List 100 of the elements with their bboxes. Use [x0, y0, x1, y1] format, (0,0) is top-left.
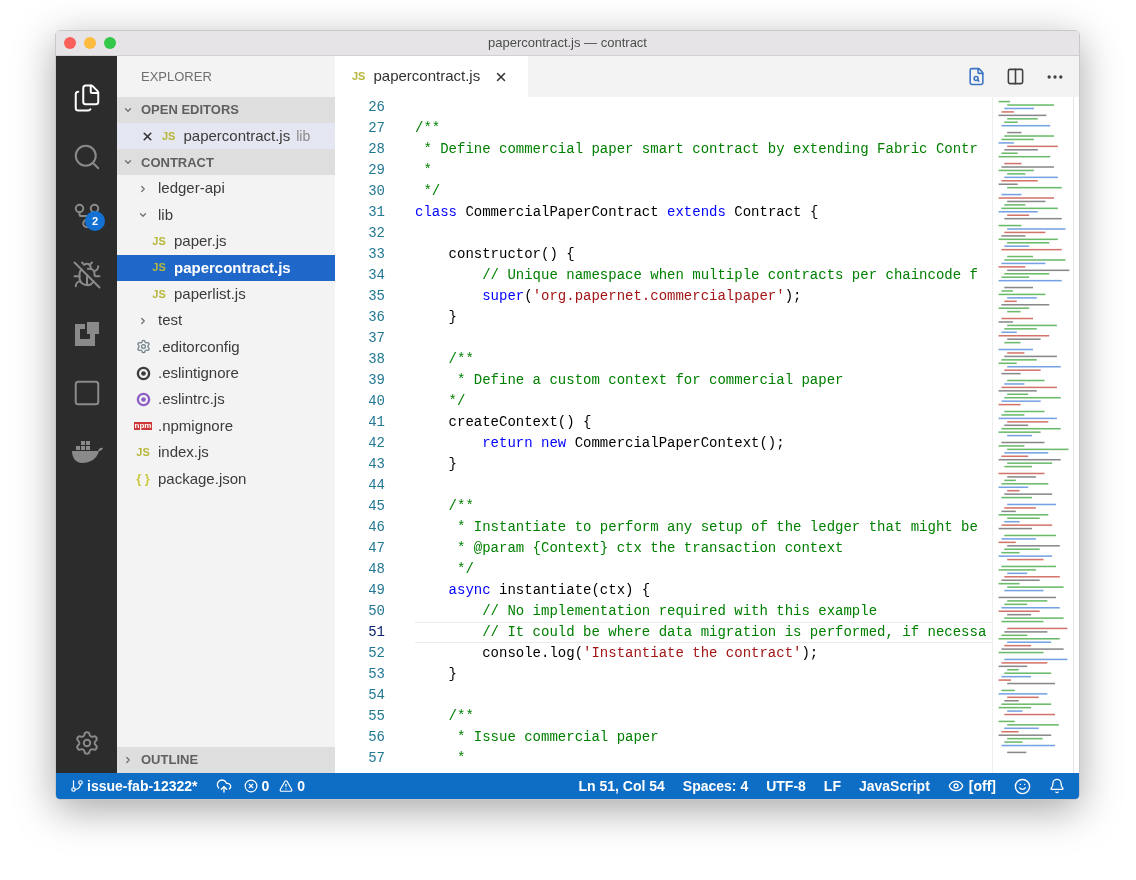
- code-line: /**: [415, 119, 442, 138]
- section-header[interactable]: OUTLINE: [117, 747, 335, 773]
- file-name: .eslintrc.js: [158, 389, 225, 410]
- line-number: 39: [367, 371, 385, 390]
- code-line: * Define a custom context for commercial paper: [456, 371, 845, 390]
- tree-item[interactable]: lib: [117, 201, 335, 229]
- code-line: * Instantiate to perform any setup of the ledger that might be: [456, 518, 979, 537]
- line-number: 49: [367, 581, 385, 600]
- line-number: 40: [367, 392, 385, 411]
- code-line: }: [447, 665, 458, 684]
- code-line: // Unique namespace when multiple contracts per chaincode f: [481, 266, 979, 285]
- line-number: 51: [367, 623, 385, 642]
- status-item[interactable]: Spaces: 4: [682, 775, 749, 797]
- line-number: 27: [367, 119, 385, 138]
- error-count[interactable]: 0: [261, 775, 270, 797]
- caret-icon[interactable]: [123, 755, 133, 765]
- branch-icon[interactable]: [70, 779, 84, 793]
- line-number: 50: [367, 602, 385, 621]
- close-window-button[interactable]: [64, 37, 76, 49]
- code-line: // It could be where data migration is performed, if necessa: [415, 622, 992, 643]
- code-line: /**: [447, 350, 475, 369]
- code-line: constructor() {: [447, 245, 576, 264]
- tree-item[interactable]: ledger-api: [117, 175, 335, 202]
- code-line: */: [456, 560, 475, 579]
- file-name: .editorconfig: [158, 336, 240, 357]
- code-line: *: [456, 749, 467, 768]
- editor-tab[interactable]: JS papercontract.js: [335, 56, 528, 97]
- line-number: 41: [367, 413, 385, 432]
- line-number: 32: [367, 224, 385, 243]
- tree-item[interactable]: npm .npmignore: [117, 412, 335, 440]
- caret-icon[interactable]: [138, 315, 148, 326]
- file-name: papercontract.js: [183, 125, 291, 146]
- live-share-status[interactable]: [off]: [968, 775, 996, 797]
- split-editor-icon[interactable]: [1006, 67, 1025, 86]
- whale-icon[interactable]: [69, 438, 104, 465]
- code-line: */: [447, 392, 467, 411]
- bug-crossed-icon[interactable]: [71, 259, 102, 290]
- code-line: }: [447, 455, 458, 474]
- line-number: 34: [367, 266, 385, 285]
- line-number: 44: [367, 476, 385, 495]
- tree-item[interactable]: JS papercontract.js: [117, 254, 335, 281]
- file-name: papercontract.js: [174, 257, 291, 278]
- line-number: 45: [367, 497, 385, 516]
- smiley-icon[interactable]: [1014, 777, 1031, 795]
- code-line: */: [422, 182, 442, 201]
- file-name: test: [158, 310, 183, 331]
- search-file-icon[interactable]: [967, 67, 986, 86]
- tree-item[interactable]: test: [117, 307, 335, 334]
- npm-file-icon: npm: [133, 422, 153, 431]
- code-line: // No implementation required with this example: [481, 602, 879, 621]
- line-number: 35: [367, 287, 385, 306]
- warning-icon[interactable]: [279, 779, 294, 793]
- branch-status[interactable]: issue-fab-12322*: [87, 775, 198, 797]
- code-line: /**: [447, 497, 475, 516]
- open-editor-item[interactable]: JS papercontract.js lib: [117, 123, 335, 150]
- status-item[interactable]: Ln 51, Col 54: [578, 775, 665, 797]
- line-number: 26: [367, 98, 385, 117]
- status-item[interactable]: JavaScript: [858, 775, 930, 797]
- js-file-icon: JS: [152, 262, 166, 274]
- code-line: super('org.papernet.commercialpaper');: [481, 287, 803, 306]
- ring-icon: [135, 392, 151, 408]
- eye-icon[interactable]: [947, 778, 964, 794]
- tab-label: papercontract.js: [373, 66, 481, 87]
- tree-item[interactable]: JS paper.js: [117, 228, 335, 255]
- settings-icon[interactable]: [73, 730, 100, 756]
- code-line: * @param {Context} ctx the transaction context: [456, 539, 845, 558]
- caret-icon[interactable]: [123, 105, 133, 115]
- tree-item[interactable]: { } package.json: [117, 465, 335, 493]
- js-file-icon: JS: [352, 68, 366, 85]
- code-line: * Define commercial paper smart contract by extending Fabric Contr: [422, 140, 979, 159]
- js-file-icon: JS: [152, 288, 166, 300]
- tree-item[interactable]: JS paperlist.js: [117, 280, 335, 308]
- status-item[interactable]: LF: [823, 775, 841, 797]
- line-number: 53: [367, 665, 385, 684]
- bell-icon[interactable]: [1049, 778, 1065, 794]
- code-line: /**: [447, 707, 475, 726]
- line-number: 56: [367, 728, 385, 747]
- tree-item[interactable]: .editorconfig: [117, 333, 335, 361]
- caret-icon[interactable]: [138, 183, 148, 194]
- line-number: 52: [367, 644, 385, 663]
- folder-hint: lib: [296, 126, 311, 146]
- tree-item[interactable]: JS index.js: [117, 439, 335, 466]
- status-item[interactable]: UTF-8: [766, 775, 806, 797]
- cloud-upload-icon[interactable]: [215, 778, 232, 794]
- code-line: return new CommercialPaperContext();: [481, 434, 786, 453]
- warning-count[interactable]: 0: [297, 775, 306, 797]
- line-number: 29: [367, 161, 385, 180]
- close-icon[interactable]: [141, 129, 154, 143]
- error-icon[interactable]: [243, 779, 258, 793]
- tree-item[interactable]: .eslintignore: [117, 360, 335, 387]
- code-line: }: [447, 308, 458, 327]
- line-number: 30: [367, 182, 385, 201]
- tree-item[interactable]: .eslintrc.js: [117, 386, 335, 413]
- code-line: *: [422, 161, 433, 180]
- count-badge: 2: [85, 211, 105, 231]
- section-header[interactable]: OPEN EDITORS: [117, 97, 335, 123]
- section-header[interactable]: CONTRACT: [117, 149, 335, 176]
- line-number: 47: [367, 539, 385, 558]
- js-file-icon: JS: [162, 130, 176, 142]
- code-line: class CommercialPaperContract extends Contract {: [415, 203, 820, 222]
